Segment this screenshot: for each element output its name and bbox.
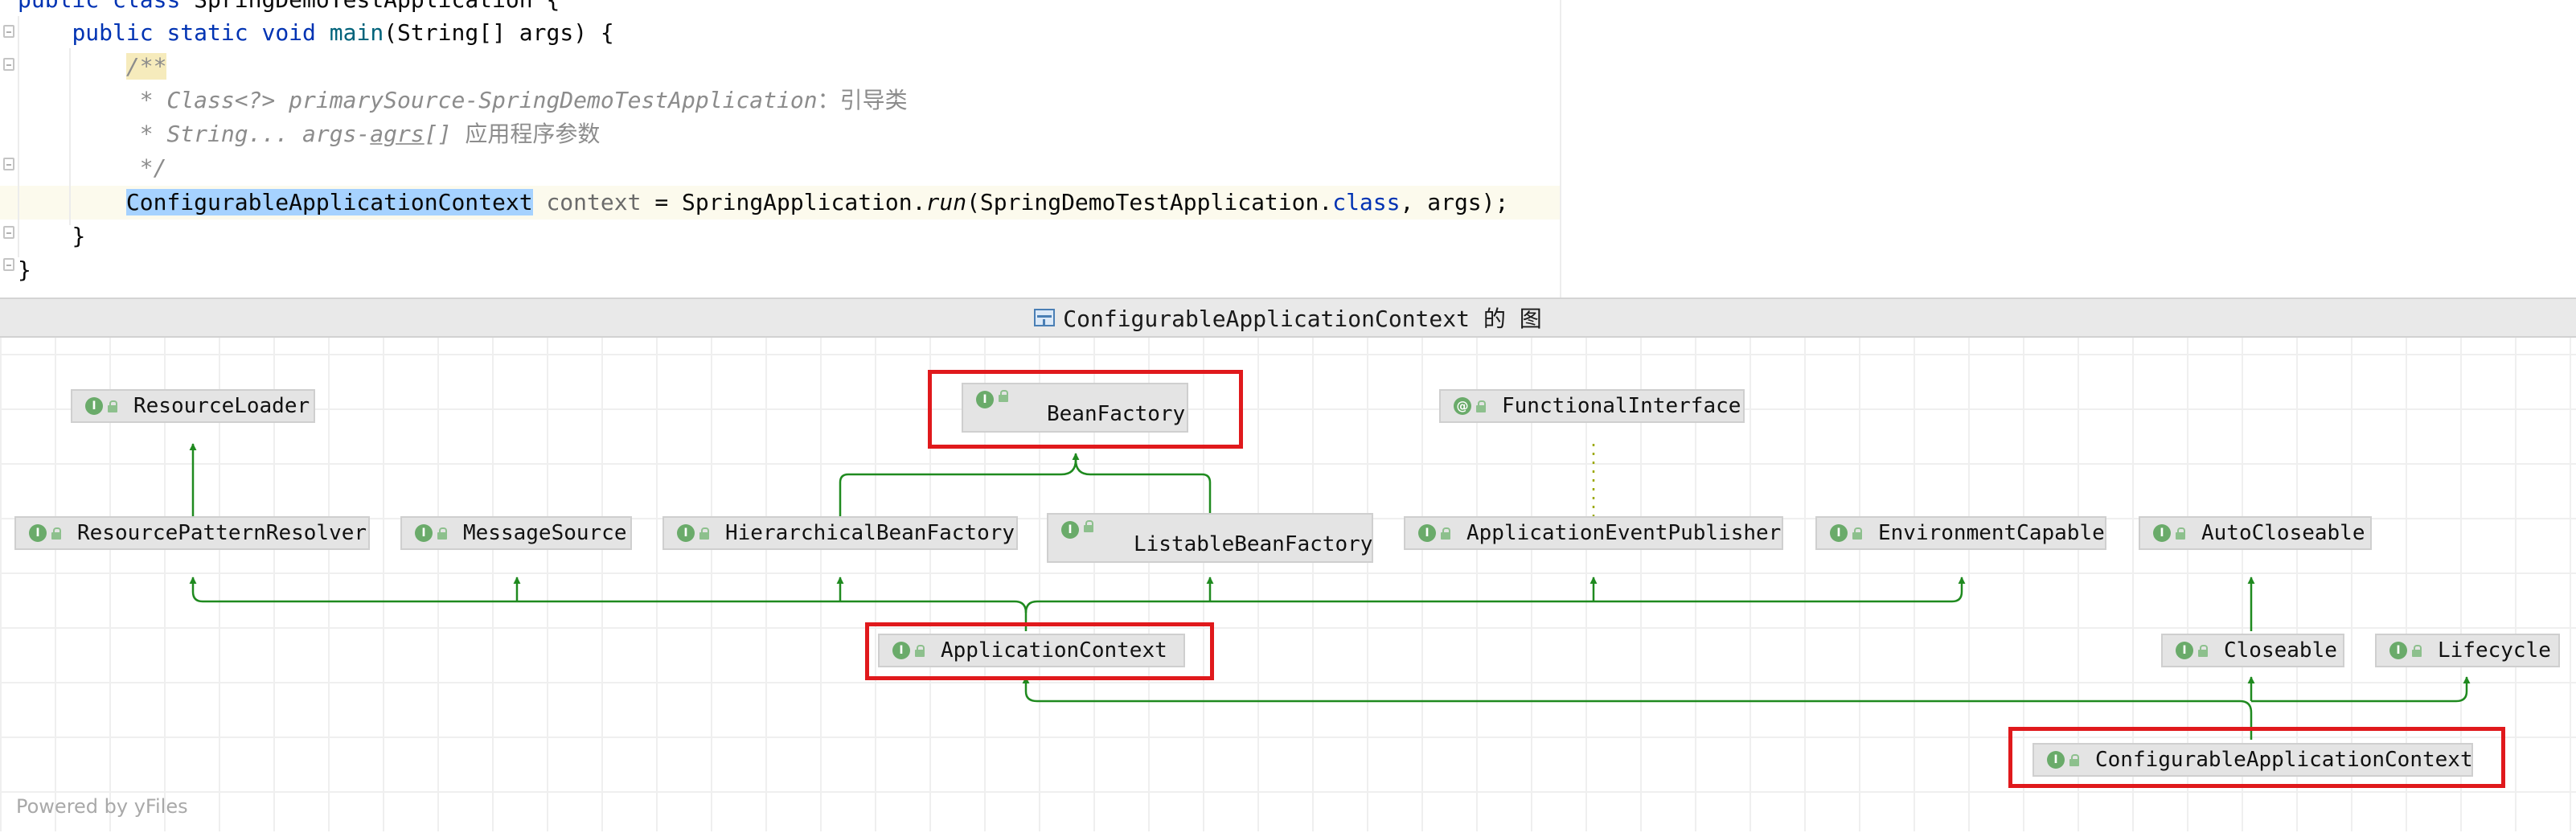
lock-icon <box>2198 644 2208 657</box>
code-line-main-decl: public static void main(String[] args) { <box>72 19 614 46</box>
code-editor[interactable]: public class SpringDemoTestApplication {… <box>0 0 2576 298</box>
code-line-method-close: } <box>72 223 86 249</box>
node-resourceloader[interactable]: I ResourceLoader <box>71 389 315 423</box>
code-line-comment-close: */ <box>125 154 167 181</box>
node-hierarchicalbeanfactory[interactable]: I HierarchicalBeanFactory <box>662 516 1018 550</box>
interface-icon: I <box>85 397 103 415</box>
code-line-class-close: } <box>18 256 31 283</box>
fold-marker-icon[interactable] <box>3 158 14 170</box>
interface-icon: I <box>677 524 695 542</box>
code-line-comment-2: * String... args-agrs[] 应用程序参数 <box>125 121 601 147</box>
interface-icon: I <box>1830 524 1848 542</box>
edge-listable-beanfactory <box>1074 459 1212 513</box>
lock-icon <box>108 400 117 412</box>
lock-icon <box>51 527 61 540</box>
fold-marker-icon[interactable] <box>3 258 14 271</box>
interface-icon: I <box>2176 642 2193 659</box>
node-listablebeanfactory[interactable]: I ListableBeanFactory <box>1047 513 1373 563</box>
interface-icon: I <box>29 524 47 542</box>
edge-configurable-lifecycle <box>2251 676 2471 703</box>
node-autocloseable[interactable]: I AutoCloseable <box>2139 516 2372 550</box>
node-environmentcapable[interactable]: I EnvironmentCapable <box>1815 516 2106 550</box>
fold-marker-icon[interactable] <box>3 25 14 38</box>
selected-type-name[interactable]: ConfigurableApplicationContext <box>125 189 533 215</box>
node-closeable[interactable]: I Closeable <box>2161 634 2344 667</box>
node-lifecycle[interactable]: I Lifecycle <box>2375 634 2560 667</box>
interface-icon: I <box>2153 524 2171 542</box>
code-line-comment-1: * Class<?> primarySource-SpringDemoTestA… <box>125 87 908 113</box>
lock-icon <box>1084 520 1093 532</box>
lock-icon <box>699 527 709 540</box>
code-line-comment-open: /** <box>125 53 167 80</box>
code-line-class-decl: public class SpringDemoTestApplication { <box>18 0 560 17</box>
lock-icon <box>2412 644 2422 657</box>
lock-icon <box>1476 400 1486 412</box>
highlight-box-configurableapplicationcontext <box>2008 727 2505 788</box>
edge-hierarchical-beanfactory <box>839 454 1077 516</box>
editor-gutter <box>0 0 18 298</box>
node-resourcepatternresolver[interactable]: I ResourcePatternResolver <box>14 516 370 550</box>
annotation-icon: @ <box>1454 397 1471 415</box>
lock-icon <box>437 527 447 540</box>
lock-icon <box>2176 527 2185 540</box>
interface-icon: I <box>1061 521 1079 539</box>
interface-icon: I <box>1418 524 1436 542</box>
powered-by-label: Powered by yFiles <box>16 795 188 818</box>
node-applicationeventpublisher[interactable]: I ApplicationEventPublisher <box>1404 516 1783 550</box>
highlight-box-applicationcontext <box>865 622 1214 680</box>
code-line-run-call: ConfigurableApplicationContext context =… <box>125 189 1509 215</box>
fold-marker-icon[interactable] <box>3 58 14 71</box>
editor-right-margin <box>1560 0 1561 298</box>
edge-appcontext-right <box>1024 577 1966 613</box>
lock-icon <box>1441 527 1450 540</box>
lock-icon <box>1852 527 1862 540</box>
highlight-box-beanfactory <box>928 370 1243 449</box>
interface-icon: I <box>415 524 433 542</box>
interface-icon: I <box>2389 642 2407 659</box>
fold-marker-icon[interactable] <box>3 226 14 239</box>
node-messagesource[interactable]: I MessageSource <box>400 516 632 550</box>
node-functionalinterface[interactable]: @ FunctionalInterface <box>1439 389 1745 423</box>
uml-diagram-panel[interactable]: ConfigurableApplicationContext 的 图 I Res… <box>0 298 2576 831</box>
